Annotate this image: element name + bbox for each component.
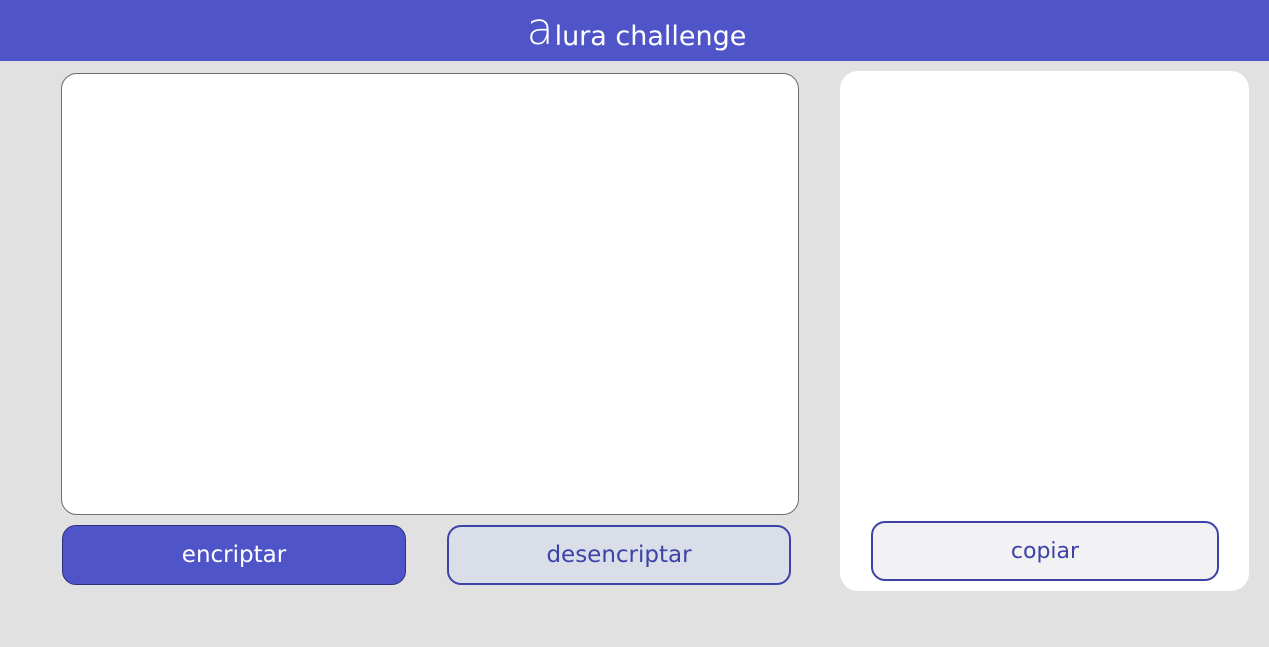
logo-text: lura challenge <box>554 20 747 52</box>
output-panel <box>840 71 1249 591</box>
decrypt-button[interactable]: desencriptar <box>447 525 791 585</box>
copy-button[interactable]: copiar <box>871 521 1219 581</box>
app-logo: a lura challenge <box>526 3 747 55</box>
message-input[interactable] <box>61 73 799 515</box>
encrypt-button[interactable]: encriptar <box>62 525 406 585</box>
app-header: a lura challenge <box>0 0 1269 61</box>
logo-letter: a <box>526 3 554 55</box>
